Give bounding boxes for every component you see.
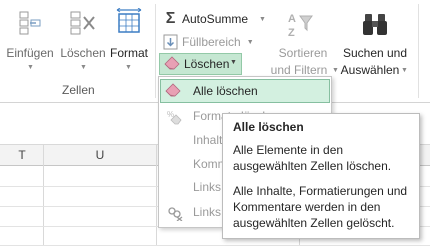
- eraser-format-icon: %: [167, 110, 182, 125]
- sort-filter-button[interactable]: A Z Sortieren und Filtern ▼: [266, 6, 339, 78]
- autosum-button[interactable]: Σ AutoSumme ▼: [162, 9, 266, 29]
- group-separator-right: [418, 4, 419, 98]
- fill-button[interactable]: Füllbereich ▼: [162, 32, 254, 52]
- clear-label: Löschen: [184, 57, 230, 71]
- sigma-icon: Σ: [165, 10, 176, 27]
- insert-button[interactable]: Einfügen ▼: [4, 6, 56, 78]
- column-divider: [156, 144, 157, 246]
- format-dropdown-icon: ▼: [125, 64, 132, 71]
- column-header-u[interactable]: U: [44, 145, 156, 166]
- autosum-label: AutoSumme: [182, 12, 249, 26]
- column-header-t[interactable]: T: [0, 145, 44, 166]
- autosum-dropdown-icon: ▼: [259, 15, 266, 23]
- fill-label: Füllbereich: [182, 35, 241, 49]
- binoculars-icon: [363, 14, 387, 35]
- clear-all-tooltip: Alle löschen Alle Elemente in den ausgew…: [222, 113, 420, 239]
- insert-label: Einfügen: [6, 46, 54, 60]
- delete-dropdown-icon: ▼: [80, 64, 87, 71]
- tooltip-description: Alle Elemente in den ausgewählten Zellen…: [233, 143, 392, 173]
- delete-cells-label: Löschen: [60, 46, 106, 60]
- delete-cells-button[interactable]: Löschen ▼: [60, 6, 106, 78]
- sort-filter-label-line2: und Filtern: [270, 63, 328, 77]
- tooltip-title: Alle löschen: [233, 120, 304, 134]
- fill-down-icon: [163, 34, 178, 50]
- fill-dropdown-icon: ▼: [246, 38, 254, 46]
- delete-cells-icon: [70, 11, 95, 35]
- hyperlink-remove-icon: [168, 207, 183, 221]
- sort-filter-dropdown-icon: ▼: [332, 67, 339, 74]
- format-cells-icon: [116, 8, 142, 33]
- sort-filter-icon: A Z: [288, 13, 313, 39]
- eraser-icon: [164, 56, 180, 70]
- insert-dropdown-icon: ▼: [27, 64, 34, 71]
- menu-item-label: Alle löschen: [193, 84, 258, 98]
- format-label: Format: [109, 46, 148, 60]
- tooltip-details: Alle Inhalte, Formatierungen und Komment…: [233, 184, 408, 230]
- column-divider: [43, 144, 44, 246]
- cells-group-label: Zellen: [62, 83, 95, 97]
- eraser-icon: [165, 83, 181, 97]
- svg-text:Z: Z: [288, 27, 295, 39]
- clear-button[interactable]: Löschen ▼: [159, 53, 242, 75]
- find-select-dropdown-icon: ▼: [401, 67, 408, 74]
- group-separator: [155, 4, 156, 98]
- find-select-label-line2: Auswählen: [340, 63, 400, 77]
- sort-filter-label-line1: Sortieren: [278, 46, 328, 60]
- insert-cells-icon: [19, 11, 41, 35]
- svg-text:A: A: [288, 13, 296, 25]
- format-button[interactable]: Format ▼: [107, 6, 151, 78]
- find-select-button[interactable]: Suchen und Auswählen ▼: [340, 6, 410, 78]
- clear-dropdown-icon: ▼: [230, 59, 237, 66]
- menu-item-clear-all[interactable]: Alle löschen: [160, 79, 330, 103]
- find-select-label-line1: Suchen und: [342, 46, 408, 60]
